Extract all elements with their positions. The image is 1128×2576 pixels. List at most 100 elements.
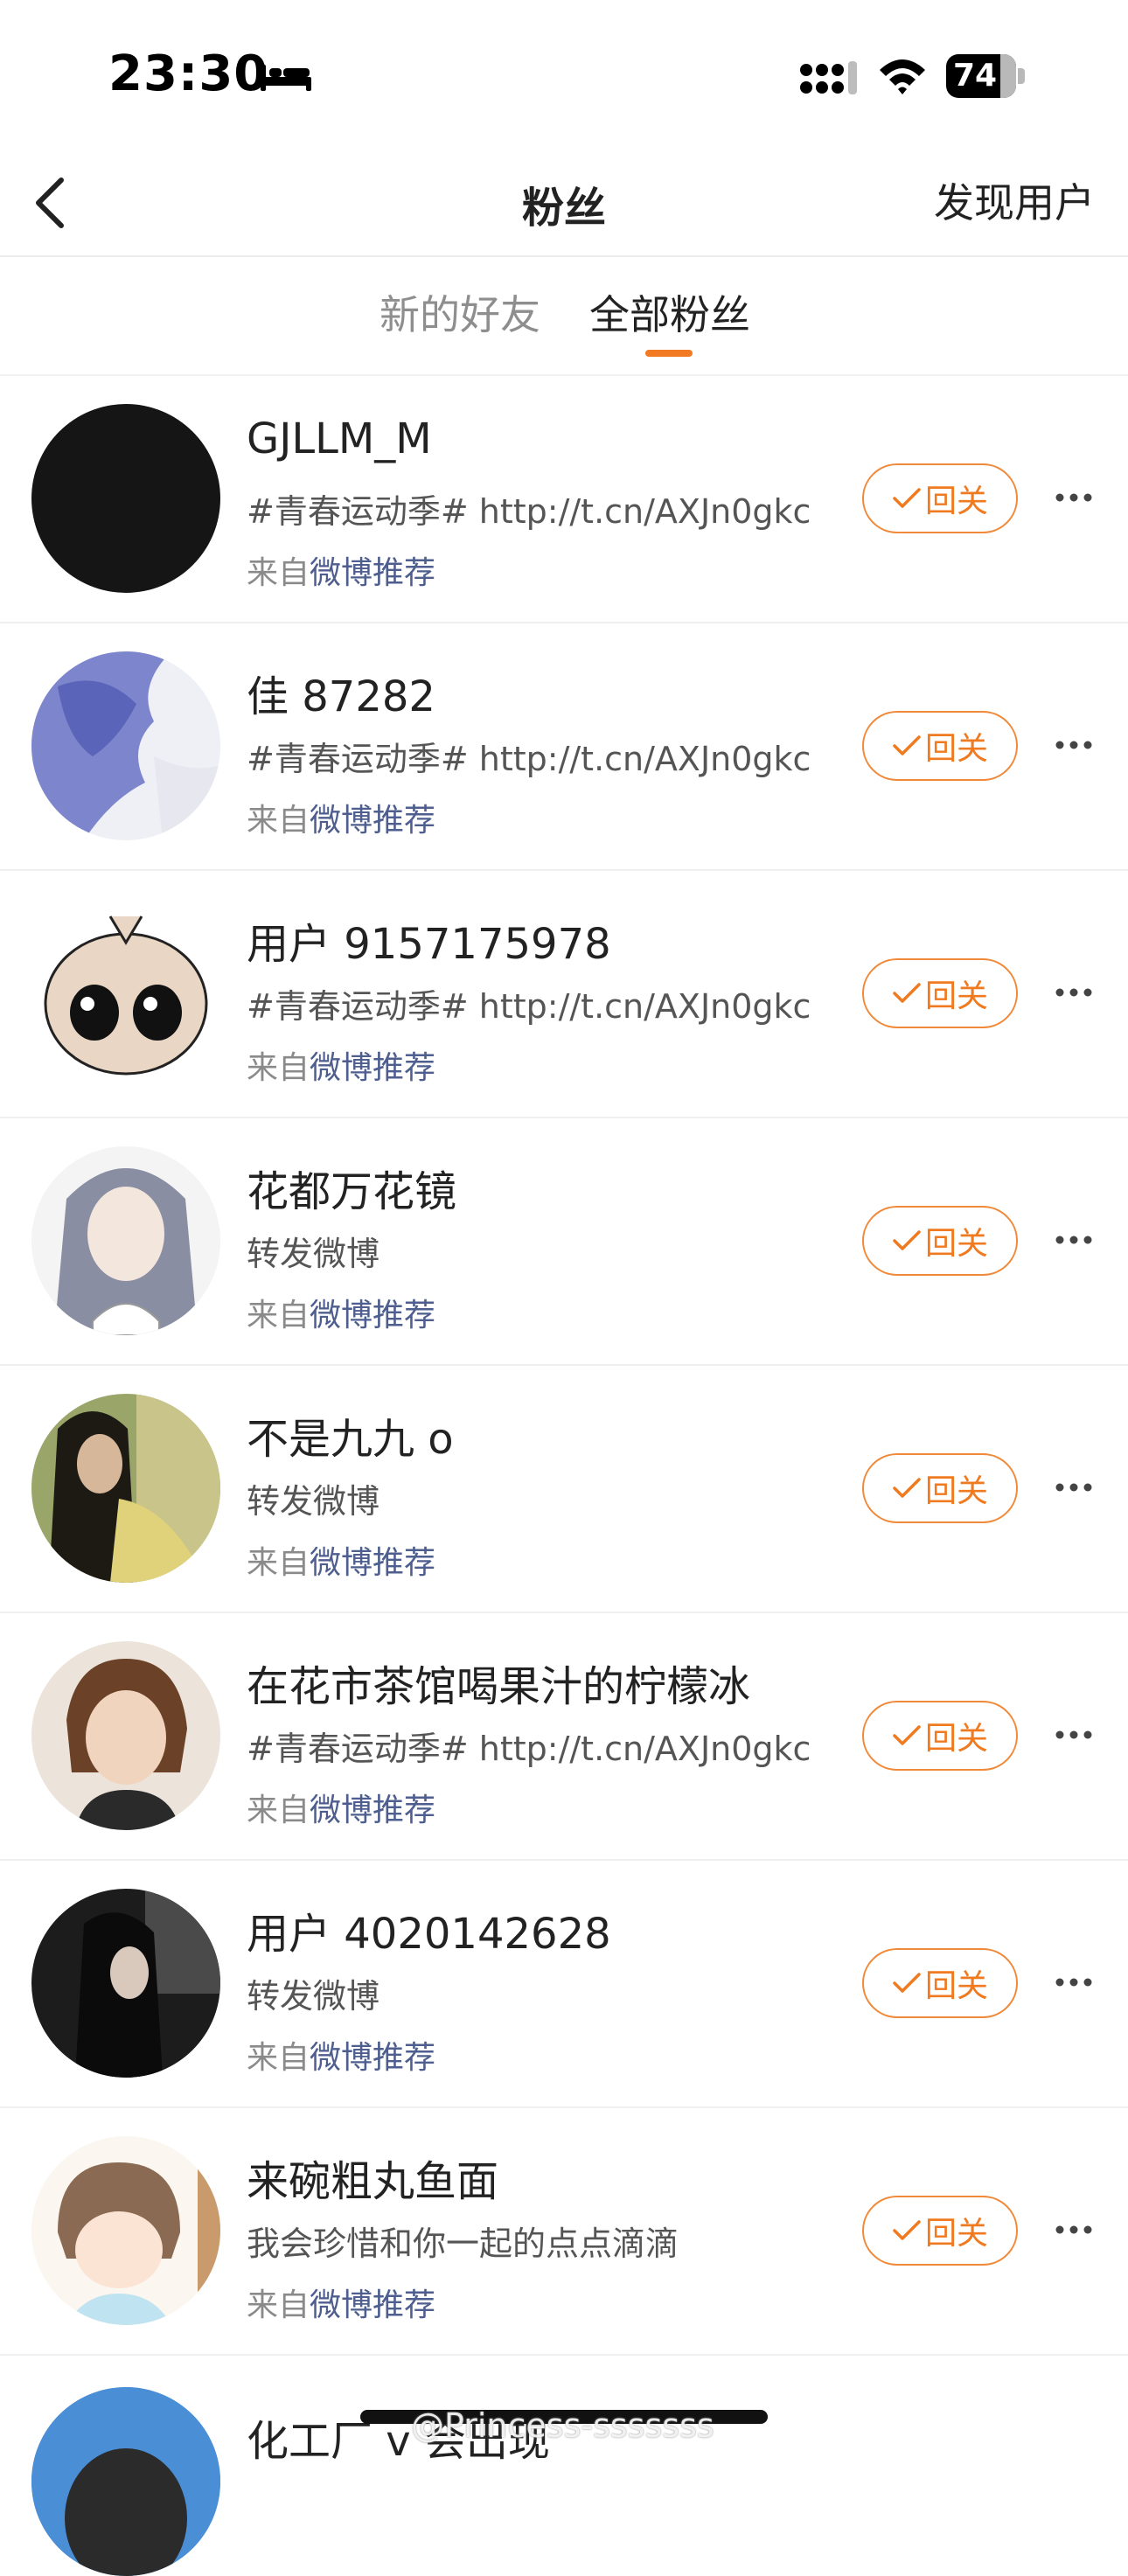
source-link[interactable]: 微博推荐 (310, 555, 435, 591)
avatar[interactable] (31, 1146, 220, 1335)
user-name[interactable]: 不是九九 o (247, 1404, 454, 1466)
avatar[interactable] (31, 1641, 220, 1830)
more-icon[interactable] (1055, 1729, 1093, 1741)
source-link[interactable]: 微博推荐 (310, 1545, 435, 1581)
user-description: #青春运动季# http://t.cn/AXJn0gkc (247, 492, 811, 531)
tab-bar: 新的好友 全部粉丝 (0, 257, 1128, 376)
user-description: #青春运动季# http://t.cn/AXJn0gkc (247, 1730, 811, 1768)
user-description: #青春运动季# http://t.cn/AXJn0gkc (247, 740, 811, 778)
source-line: 来自微博推荐 (247, 1785, 435, 1830)
source-link[interactable]: 微博推荐 (310, 1298, 435, 1333)
signal-icon (800, 61, 857, 94)
check-icon (893, 735, 921, 755)
source-prefix: 来自 (247, 2040, 310, 2076)
source-line: 来自微博推荐 (247, 2032, 435, 2078)
more-icon[interactable] (1055, 491, 1093, 504)
source-link[interactable]: 微博推荐 (310, 2040, 435, 2076)
more-icon[interactable] (1055, 1976, 1093, 1988)
follow-back-label: 回关 (924, 1226, 988, 1262)
battery-level: 74 (953, 58, 998, 94)
list-item[interactable]: 在花市茶馆喝果汁的柠檬冰 #青春运动季# http://t.cn/AXJn0gk… (0, 1613, 1128, 1861)
follow-back-button[interactable]: 回关 (862, 1701, 1018, 1771)
list-item[interactable]: 花都万花镜 转发微博 来自微博推荐 回关 (0, 1118, 1128, 1366)
avatar[interactable] (31, 404, 220, 593)
follow-back-button[interactable]: 回关 (862, 958, 1018, 1028)
list-item[interactable]: 不是九九 o 转发微博 来自微博推荐 回关 (0, 1366, 1128, 1613)
status-time: 23:30 (108, 45, 269, 102)
source-link[interactable]: 微博推荐 (310, 1793, 435, 1828)
user-name[interactable]: 用户 4020142628 (247, 1899, 611, 1960)
list-item[interactable]: GJLLM_M #青春运动季# http://t.cn/AXJn0gkc 来自微… (0, 376, 1128, 623)
active-tab-indicator (645, 350, 693, 357)
follow-back-button[interactable]: 回关 (862, 2196, 1018, 2266)
follow-back-label: 回关 (924, 1473, 988, 1509)
follow-back-label: 回关 (924, 1721, 988, 1757)
follow-back-label: 回关 (924, 2216, 988, 2252)
list-item[interactable]: 佳 87282 #青春运动季# http://t.cn/AXJn0gkc 来自微… (0, 623, 1128, 871)
source-prefix: 来自 (247, 1050, 310, 1086)
check-icon (893, 1973, 921, 1993)
source-prefix: 来自 (247, 555, 310, 591)
user-description: 转发微博 (247, 1235, 380, 1273)
follow-back-button[interactable]: 回关 (862, 463, 1018, 533)
follow-back-label: 回关 (924, 1968, 988, 2004)
more-icon[interactable] (1055, 2224, 1093, 2236)
nav-bar: 粉丝 发现用户 (0, 149, 1128, 257)
tab-all-fans[interactable]: 全部粉丝 (589, 283, 750, 341)
user-name[interactable]: 用户 9157175978 (247, 909, 611, 971)
more-icon[interactable] (1055, 739, 1093, 751)
avatar[interactable] (31, 1889, 220, 2078)
more-icon[interactable] (1055, 1234, 1093, 1246)
source-link[interactable]: 微博推荐 (310, 2287, 435, 2323)
source-link[interactable]: 微博推荐 (310, 1050, 435, 1086)
battery-indicator: 74 (946, 54, 1025, 98)
user-name[interactable]: GJLLM_M (247, 414, 432, 463)
user-description: #青春运动季# http://t.cn/AXJn0gkc (247, 987, 811, 1026)
source-prefix: 来自 (247, 1298, 310, 1333)
user-description: 转发微博 (247, 1482, 380, 1521)
source-line: 来自微博推荐 (247, 2280, 435, 2325)
list-item[interactable]: 用户 9157175978 #青春运动季# http://t.cn/AXJn0g… (0, 871, 1128, 1118)
fans-list: GJLLM_M #青春运动季# http://t.cn/AXJn0gkc 来自微… (0, 376, 1128, 2356)
source-prefix: 来自 (247, 1793, 310, 1828)
follow-back-button[interactable]: 回关 (862, 1948, 1018, 2018)
user-name[interactable]: 在花市茶馆喝果汁的柠檬冰 (247, 1652, 750, 1713)
follow-back-button[interactable]: 回关 (862, 1453, 1018, 1523)
check-icon (893, 1725, 921, 1745)
follow-back-button[interactable]: 回关 (862, 711, 1018, 781)
user-name[interactable]: 来碗粗丸鱼面 (247, 2147, 498, 2208)
follow-back-label: 回关 (924, 731, 988, 767)
user-name[interactable]: 佳 87282 (247, 662, 435, 723)
source-link[interactable]: 微博推荐 (310, 803, 435, 839)
source-prefix: 来自 (247, 803, 310, 839)
tab-new-friends[interactable]: 新的好友 (379, 283, 540, 341)
check-icon (893, 2220, 921, 2240)
avatar[interactable] (31, 651, 220, 840)
watermark: @Princess-sssssss (411, 2406, 714, 2445)
wifi-icon (880, 59, 925, 94)
source-prefix: 来自 (247, 1545, 310, 1581)
user-description: 转发微博 (247, 1977, 380, 2016)
more-icon[interactable] (1055, 1481, 1093, 1493)
source-line: 来自微博推荐 (247, 1537, 435, 1583)
avatar[interactable] (31, 1394, 220, 1583)
avatar[interactable] (31, 2387, 220, 2576)
avatar[interactable] (31, 899, 220, 1088)
source-line: 来自微博推荐 (247, 547, 435, 593)
check-icon (893, 983, 921, 1003)
follow-back-label: 回关 (924, 484, 988, 519)
source-line: 来自微博推荐 (247, 1042, 435, 1088)
follow-back-label: 回关 (924, 978, 988, 1014)
follow-back-button[interactable]: 回关 (862, 1206, 1018, 1276)
user-description: 我会珍惜和你一起的点点滴滴 (247, 2224, 679, 2263)
avatar[interactable] (31, 2136, 220, 2325)
discover-users-button[interactable]: 发现用户 (934, 171, 1095, 229)
check-icon (893, 488, 921, 508)
source-line: 来自微博推荐 (247, 1290, 435, 1335)
list-item[interactable]: 来碗粗丸鱼面 我会珍惜和你一起的点点滴滴 来自微博推荐 回关 (0, 2108, 1128, 2356)
list-item[interactable]: 用户 4020142628 转发微博 来自微博推荐 回关 (0, 1861, 1128, 2108)
more-icon[interactable] (1055, 986, 1093, 999)
check-icon (893, 1478, 921, 1498)
check-icon (893, 1230, 921, 1250)
user-name[interactable]: 花都万花镜 (247, 1157, 456, 1218)
